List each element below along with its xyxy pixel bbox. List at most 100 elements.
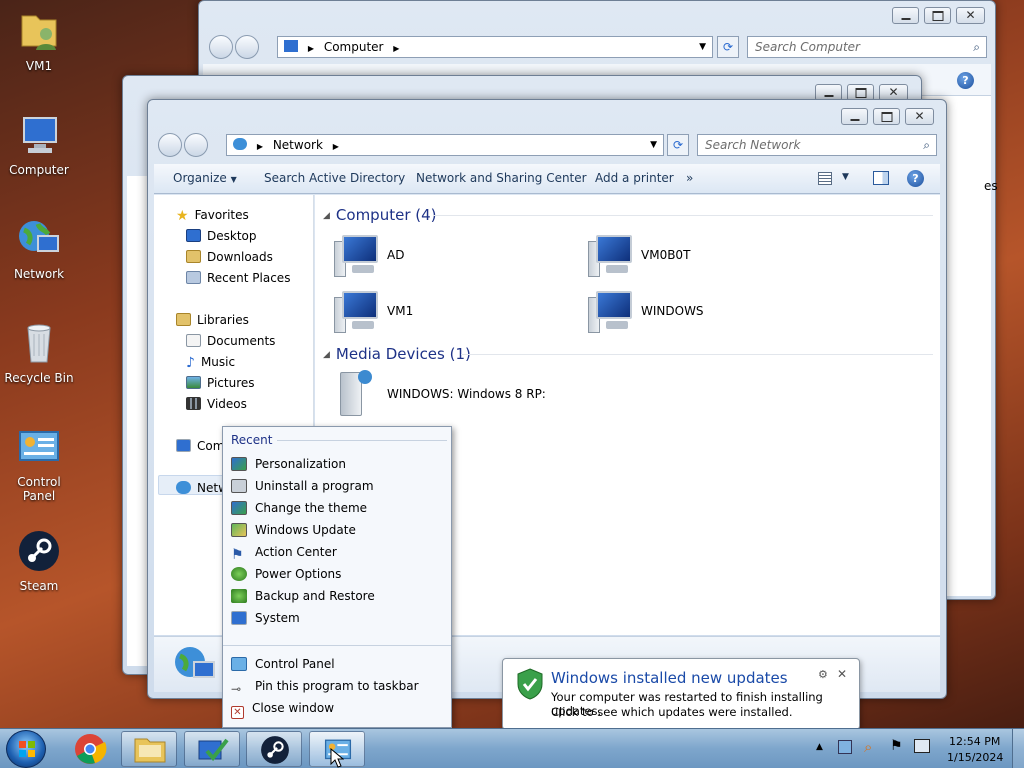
- network-sharing-center-button[interactable]: Network and Sharing Center: [416, 171, 587, 185]
- close-button[interactable]: ✕: [956, 7, 985, 24]
- close-button[interactable]: ✕: [905, 108, 934, 125]
- collapse-icon[interactable]: ◢: [323, 350, 330, 360]
- jump-item-change-theme[interactable]: Change the theme: [231, 501, 367, 515]
- jump-item-system[interactable]: System: [231, 611, 300, 625]
- address-bar[interactable]: ▶ Computer ▶ ▼: [277, 36, 713, 58]
- nav-libraries[interactable]: Libraries: [176, 313, 249, 327]
- show-desktop-button[interactable]: [1012, 729, 1024, 768]
- shield-icon: [517, 668, 543, 700]
- organize-button[interactable]: Organize ▼: [173, 171, 237, 185]
- back-button[interactable]: [158, 133, 182, 157]
- show-hidden-icons[interactable]: ▲: [816, 742, 823, 752]
- taskbar-steam[interactable]: [246, 731, 302, 767]
- start-button[interactable]: [6, 730, 46, 768]
- system-icon: [231, 611, 247, 625]
- maximize-button[interactable]: [924, 7, 951, 24]
- search-input[interactable]: Search Network ⌕: [697, 134, 937, 156]
- computer-item-label[interactable]: AD: [387, 248, 404, 262]
- search-tray-icon[interactable]: ⌕: [864, 738, 872, 756]
- desktop-icon-steam[interactable]: Steam: [0, 524, 78, 593]
- jump-item-windows-update[interactable]: Windows Update: [231, 523, 356, 537]
- desktop-icon-recycle-bin[interactable]: Recycle Bin: [0, 316, 78, 385]
- chevron-down-icon[interactable]: ▼: [842, 172, 849, 182]
- update-notification[interactable]: Windows installed new updates Your compu…: [502, 658, 860, 730]
- nav-pictures[interactable]: Pictures: [186, 376, 255, 390]
- back-button[interactable]: [209, 35, 233, 59]
- desktop-icon-control-panel[interactable]: Control Panel: [0, 420, 78, 503]
- refresh-button[interactable]: ⟳: [667, 134, 689, 156]
- maximize-button[interactable]: [873, 108, 900, 125]
- minimize-button[interactable]: [841, 108, 868, 125]
- network-tray-icon[interactable]: [914, 739, 930, 753]
- forward-button[interactable]: [184, 133, 208, 157]
- flag-icon[interactable]: ⚑: [890, 738, 903, 754]
- chevron-down-icon: ▼: [230, 175, 237, 184]
- breadcrumb[interactable]: Computer: [324, 40, 384, 54]
- desktop-icon-computer[interactable]: Computer: [0, 108, 78, 177]
- desktop-icon-vm1[interactable]: VM1: [0, 4, 78, 73]
- view-options-icon[interactable]: [818, 172, 832, 185]
- media-item-label[interactable]: WINDOWS: Windows 8 RP:: [387, 387, 546, 401]
- nav-videos[interactable]: Videos: [186, 397, 247, 411]
- jump-task-close-window[interactable]: ✕ Close window: [231, 701, 334, 719]
- jump-item-personalization[interactable]: Personalization: [231, 457, 346, 471]
- group-header-media[interactable]: ◢ Media Devices (1): [323, 345, 471, 363]
- breadcrumb-arrow-icon: ▶: [256, 142, 263, 151]
- jump-item-uninstall[interactable]: Uninstall a program: [231, 479, 374, 493]
- taskbar-explorer[interactable]: [121, 731, 177, 767]
- group-header-computer[interactable]: ◢ Computer (4): [323, 206, 437, 224]
- checkmark-app-icon: [198, 738, 229, 762]
- minimize-button[interactable]: [892, 7, 919, 24]
- add-printer-button[interactable]: Add a printer: [595, 171, 674, 185]
- collapse-icon[interactable]: ◢: [323, 211, 330, 221]
- documents-icon: [186, 334, 201, 347]
- refresh-button[interactable]: ⟳: [717, 36, 739, 58]
- nav-downloads[interactable]: Downloads: [186, 250, 273, 264]
- help-icon[interactable]: ?: [957, 72, 974, 89]
- jump-item-backup-restore[interactable]: Backup and Restore: [231, 589, 375, 603]
- network-icon: [176, 481, 191, 494]
- jump-item-power-options[interactable]: Power Options: [231, 567, 341, 581]
- jump-task-pin[interactable]: ⊸ Pin this program to taskbar: [231, 679, 419, 696]
- chevron-down-icon[interactable]: ▼: [650, 135, 657, 155]
- jump-task-control-panel[interactable]: Control Panel: [231, 657, 335, 671]
- taskbar-control-panel[interactable]: [309, 731, 365, 768]
- divider: [223, 645, 451, 646]
- star-icon: ★: [176, 208, 189, 224]
- computer-item-label[interactable]: WINDOWS: [641, 304, 704, 318]
- computer-icon: [588, 235, 636, 279]
- nav-computer[interactable]: Com: [176, 439, 224, 453]
- downloads-icon: [186, 250, 201, 263]
- update-tray-icon[interactable]: [838, 740, 852, 754]
- close-icon[interactable]: ✕: [837, 667, 847, 681]
- more-button[interactable]: »: [686, 171, 693, 185]
- forward-button[interactable]: [235, 35, 259, 59]
- search-active-directory-button[interactable]: Search Active Directory: [264, 171, 405, 185]
- taskbar-chrome[interactable]: [62, 731, 118, 767]
- nav-documents[interactable]: Documents: [186, 334, 275, 348]
- recycle-bin-icon: [27, 324, 51, 363]
- nav-recent-places[interactable]: Recent Places: [186, 271, 290, 285]
- desktop-icon: [186, 229, 201, 242]
- nav-desktop[interactable]: Desktop: [186, 229, 257, 243]
- search-input[interactable]: Search Computer ⌕: [747, 36, 987, 58]
- nav-music[interactable]: ♪ Music: [186, 355, 235, 371]
- settings-icon[interactable]: ⚙: [818, 668, 828, 681]
- taskbar-action-center-app[interactable]: [184, 731, 240, 767]
- computer-item-label[interactable]: VM1: [387, 304, 413, 318]
- nav-network[interactable]: Netw: [176, 481, 228, 495]
- jump-item-action-center[interactable]: ⚑ Action Center: [231, 545, 337, 563]
- computer-item-label[interactable]: VM0B0T: [641, 248, 690, 262]
- desktop-icon-network[interactable]: Network: [0, 212, 78, 281]
- nav-favorites[interactable]: ★ Favorites: [176, 208, 249, 224]
- address-bar[interactable]: ▶ Network ▶ ▼: [226, 134, 664, 156]
- help-icon[interactable]: ?: [907, 170, 924, 187]
- chevron-down-icon[interactable]: ▼: [699, 37, 706, 57]
- clock-time[interactable]: 12:54 PM: [949, 735, 1000, 748]
- notification-title: Windows installed new updates: [551, 669, 788, 687]
- preview-pane-icon[interactable]: [873, 171, 889, 185]
- control-panel-icon: [19, 431, 59, 461]
- clock-date[interactable]: 1/15/2024: [947, 751, 1003, 764]
- breadcrumb[interactable]: Network: [273, 138, 323, 152]
- notification-line-2: Click to see which updates were installe…: [551, 705, 793, 719]
